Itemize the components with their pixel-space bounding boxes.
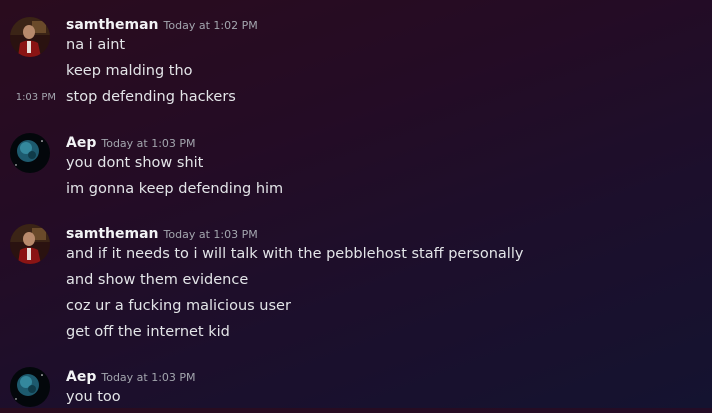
timestamp[interactable]: Today at 1:03 PM	[101, 371, 195, 384]
message-line: 1:03 PM stop defending hackers	[16, 87, 712, 113]
timestamp[interactable]: Today at 1:03 PM	[101, 137, 195, 150]
username[interactable]: Aep	[66, 135, 96, 151]
message-line: coz ur a fucking malicious user	[66, 298, 291, 314]
message-line: im gonna keep defending him	[66, 181, 284, 197]
avatar[interactable]	[10, 133, 50, 173]
message-group: samtheman Today at 1:03 PM and if it need…	[0, 222, 712, 348]
message-header: Aep Today at 1:03 PM	[66, 131, 712, 153]
message-header: Aep Today at 1:03 PM	[66, 365, 712, 387]
message-line: get off the internet kid	[66, 324, 230, 340]
message-line: na i aint	[66, 37, 126, 53]
red-portrait-avatar-icon	[10, 224, 50, 264]
message-group: Aep Today at 1:03 PM you dont show shit i…	[0, 131, 712, 205]
message-line: and if it needs to i will talk with the …	[66, 246, 524, 262]
timestamp[interactable]: Today at 1:02 PM	[164, 19, 258, 32]
planet-avatar-icon	[10, 367, 50, 407]
message-line: you dont show shit	[66, 155, 204, 171]
username[interactable]: samtheman	[66, 17, 159, 33]
message-group: Aep Today at 1:03 PM you too	[0, 365, 712, 413]
timestamp[interactable]: Today at 1:03 PM	[164, 228, 258, 241]
planet-avatar-icon	[10, 133, 50, 173]
message-header: samtheman Today at 1:02 PM	[66, 13, 712, 35]
message-line: keep malding tho	[66, 63, 193, 79]
username[interactable]: samtheman	[66, 226, 159, 242]
hover-timestamp[interactable]: 1:03 PM	[12, 88, 56, 108]
message-list: samtheman Today at 1:02 PM na i aint keep…	[0, 0, 712, 408]
message-line: and show them evidence	[66, 272, 249, 288]
message-group: samtheman Today at 1:02 PM na i aint keep…	[0, 13, 712, 113]
red-portrait-avatar-icon	[10, 17, 50, 57]
message-line: you too	[66, 389, 121, 405]
avatar[interactable]	[10, 367, 50, 407]
username[interactable]: Aep	[66, 369, 96, 385]
avatar[interactable]	[10, 17, 50, 57]
avatar[interactable]	[10, 224, 50, 264]
message-header: samtheman Today at 1:03 PM	[66, 222, 712, 244]
message-text: stop defending hackers	[66, 89, 236, 105]
